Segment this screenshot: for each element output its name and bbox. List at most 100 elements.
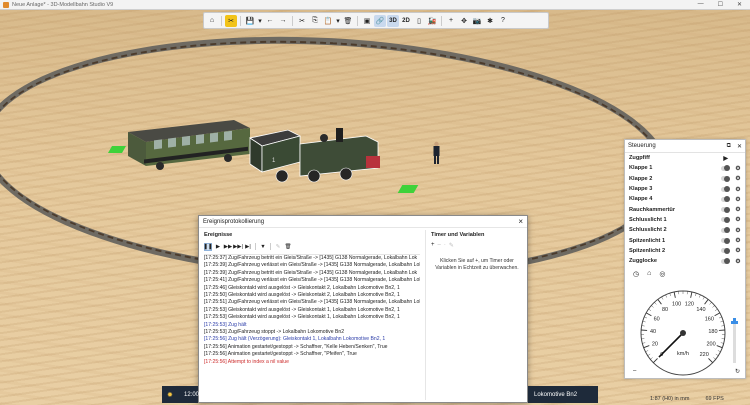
decrease-button[interactable]: – [633, 368, 636, 375]
horn-icon[interactable]: ◎ [659, 270, 665, 278]
close-icon[interactable]: ✕ [737, 143, 742, 150]
reverse-icon[interactable]: ↻ [735, 368, 740, 375]
scale-info: 1:87 (H0) in mm [650, 396, 690, 402]
delete-icon[interactable]: 🗑 [342, 15, 354, 27]
speed-slider[interactable] [731, 318, 738, 363]
control-panel-title: Steuerung [628, 143, 656, 149]
edit-icon[interactable]: ✎ [274, 243, 282, 251]
control-row[interactable]: Zugglocke ⚙ [625, 256, 745, 266]
gear-icon[interactable]: ⚙ [735, 165, 741, 172]
close-icon[interactable]: × [518, 217, 523, 226]
gear-icon[interactable]: ⚙ [735, 175, 741, 182]
speed-slider-knob[interactable] [731, 321, 738, 325]
select-icon[interactable]: ▣ [361, 15, 373, 27]
control-row[interactable]: Klappe 1 ⚙ [625, 163, 745, 173]
paste-icon[interactable]: 📋 [322, 15, 334, 27]
home-icon[interactable]: ⌂ [206, 15, 218, 27]
control-row[interactable]: Klappe 4 ⚙ [625, 194, 745, 204]
copy-icon[interactable]: ⎘ [309, 15, 321, 27]
gear-icon[interactable]: ⚙ [735, 227, 741, 234]
toggle-switch[interactable] [721, 237, 730, 244]
maximize-button[interactable]: ☐ [718, 1, 723, 8]
toggle-switch[interactable] [721, 196, 730, 203]
gear-icon[interactable]: ⚙ [735, 258, 741, 265]
events-toolbar: ❚❚ ▶ ▶▶ ▶▶| ▶| ▼ ✎ 🗑 [203, 242, 422, 251]
save-icon[interactable]: 💾 [244, 15, 256, 27]
plugin-icon[interactable]: ✱ [484, 15, 496, 27]
view-2d-button[interactable]: 2D [400, 15, 412, 27]
toggle-switch[interactable] [721, 165, 730, 172]
move-icon[interactable]: ✥ [458, 15, 470, 27]
train-icon[interactable]: 🚂 [426, 15, 438, 27]
add-timer-icon[interactable]: + [431, 242, 435, 249]
control-row-label: Zugpfiff [629, 155, 650, 162]
log-entry: [17:25:46] Gleiskontakt wird ausgelöst -… [204, 284, 400, 291]
log-entry: [17:25:41] Zug/Fahrzeug verlässt ein Gle… [204, 277, 420, 284]
toggle-switch[interactable] [721, 258, 730, 265]
control-row[interactable]: Schlusslicht 1 ⚙ [625, 215, 745, 225]
control-row[interactable]: Schlusslicht 2 ⚙ [625, 225, 745, 235]
popout-icon[interactable]: ⧉ [727, 143, 731, 150]
toggle-switch[interactable] [721, 186, 730, 193]
gear-icon[interactable]: ⚙ [735, 237, 741, 244]
control-row[interactable]: Rauchkammertür ⚙ [625, 204, 745, 214]
help-icon[interactable]: ? [497, 15, 509, 27]
time-bar[interactable]: ✹ 12:00 [162, 386, 199, 403]
skip-forward-icon[interactable]: ▶▶| [233, 243, 243, 251]
control-row[interactable]: Spitzenlicht 1 ⚙ [625, 235, 745, 245]
control-row[interactable]: Zugpfiff ▶ [625, 153, 745, 163]
play-icon[interactable]: ▶ [723, 155, 728, 162]
passenger-car[interactable] [124, 118, 252, 172]
view-3d-button[interactable]: 3D [387, 14, 399, 27]
gear-icon[interactable]: ⚙ [735, 186, 741, 193]
filter-icon[interactable]: ▼ [259, 243, 267, 251]
skip-end-icon[interactable]: ▶| [244, 243, 252, 251]
gauge-tick-label: 40 [650, 329, 656, 335]
gear-icon[interactable]: ⚙ [735, 247, 741, 254]
locomotive[interactable]: 1 [248, 128, 384, 186]
gauge-tick-label: 120 [685, 302, 694, 308]
toggle-switch[interactable] [721, 206, 730, 213]
add-icon[interactable]: + [445, 15, 457, 27]
close-window-button[interactable]: ✕ [737, 1, 742, 8]
clock-icon[interactable]: ◷ [633, 270, 639, 278]
toolbar-divider [357, 15, 358, 26]
delete-icon[interactable]: 🗑 [284, 243, 292, 251]
separator-icon: · [443, 242, 446, 248]
toggle-switch[interactable] [721, 216, 730, 223]
edit-timer-icon[interactable]: ✎ [449, 242, 454, 249]
toggle-switch[interactable] [721, 247, 730, 254]
control-row[interactable]: Klappe 2 ⚙ [625, 174, 745, 184]
toggle-switch[interactable] [721, 175, 730, 182]
control-row[interactable]: Klappe 3 ⚙ [625, 184, 745, 194]
remove-timer-icon[interactable]: – [438, 242, 441, 249]
timers-help-text: Klicken Sie auf +, um Timer oder Variabl… [435, 258, 519, 271]
conductor-figure[interactable] [432, 141, 441, 165]
screenshot-icon[interactable]: 📷 [471, 15, 483, 27]
home-icon[interactable]: ⌂ [647, 270, 651, 278]
save-dropdown-icon[interactable]: ▾ [257, 15, 263, 27]
gear-icon[interactable]: ⚙ [735, 196, 741, 203]
undo-icon[interactable]: ← [264, 15, 276, 27]
play-icon[interactable]: ▶ [214, 243, 222, 251]
log-entry: [17:25:53] Gleiskontakt wird ausgelöst -… [204, 306, 400, 313]
pause-icon[interactable]: ❚❚ [203, 242, 213, 251]
event-log-list[interactable]: [17:25:37] Zug/Fahrzeug betritt ein Glei… [204, 254, 420, 398]
cut-icon[interactable]: ✂ [296, 15, 308, 27]
gauge-tick-label: 140 [696, 307, 705, 313]
link-icon[interactable]: 🔗 [374, 14, 386, 27]
dialog-title: Ereignisprotokollierung [203, 218, 265, 225]
gauge-tick-label: 80 [662, 307, 668, 313]
camera-view-icon[interactable]: ▯ [413, 15, 425, 27]
paste-dropdown-icon[interactable]: ▾ [335, 15, 341, 27]
redo-icon[interactable]: → [277, 15, 289, 27]
minimize-button[interactable]: — [698, 1, 704, 8]
tools-icon[interactable]: ✂ [225, 14, 237, 27]
timers-section: Timer und Variablen + – · ✎ Klicken Sie … [425, 230, 525, 400]
fast-forward-icon[interactable]: ▶▶ [224, 243, 232, 251]
toggle-switch[interactable] [721, 227, 730, 234]
loco-name-bar[interactable]: Lokomotive Bn2 [528, 386, 598, 403]
control-row[interactable]: Spitzenlicht 2 ⚙ [625, 246, 745, 256]
gear-icon[interactable]: ⚙ [735, 206, 741, 213]
gear-icon[interactable]: ⚙ [735, 216, 741, 223]
